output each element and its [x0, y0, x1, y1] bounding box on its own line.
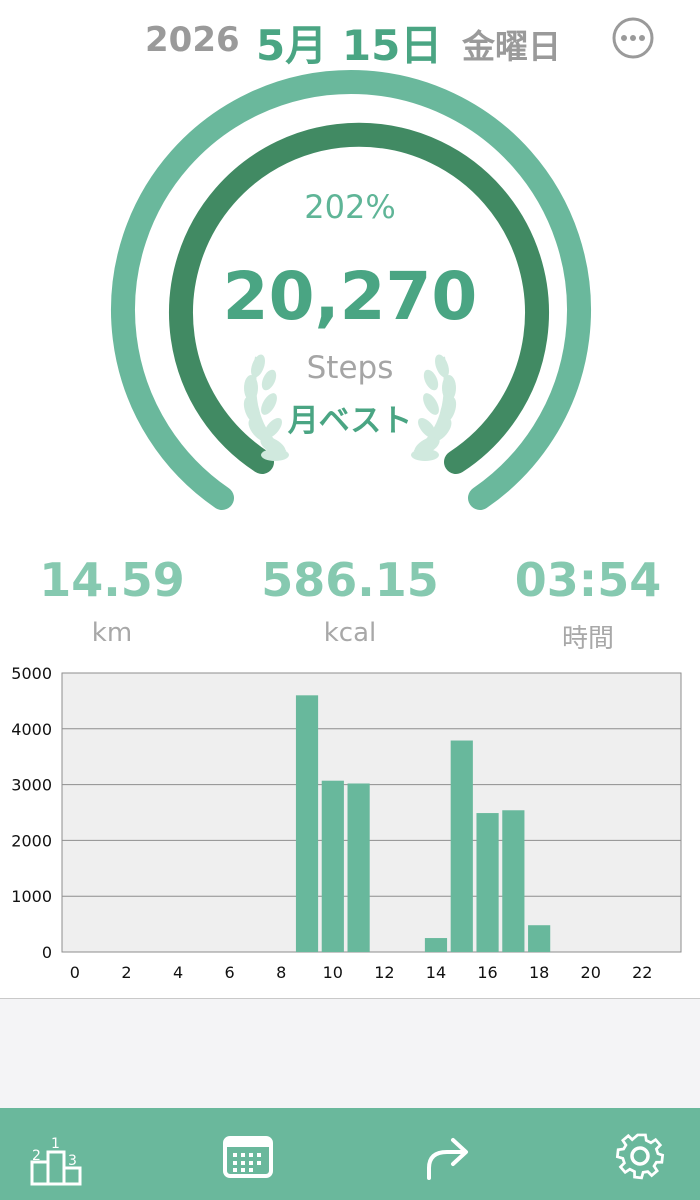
y-tick-label: 2000: [11, 831, 52, 850]
bar-hour-14: [424, 938, 448, 952]
distance-value: 14.59: [39, 553, 185, 607]
svg-text:2: 2: [32, 1148, 41, 1164]
svg-text:3: 3: [68, 1153, 77, 1169]
x-tick-label: 12: [374, 963, 394, 982]
weekday-label: 金曜日: [462, 27, 561, 66]
date-label[interactable]: 5月 15日: [256, 12, 442, 73]
steps-unit-label: Steps: [306, 350, 394, 386]
x-tick-label: 8: [276, 963, 286, 982]
ranking-podium-icon[interactable]: 1 2 3: [0, 1108, 110, 1200]
x-tick-label: 6: [225, 963, 235, 982]
active-time-value: 03:54: [514, 553, 662, 607]
y-tick-label: 4000: [11, 720, 52, 739]
x-tick-label: 10: [323, 963, 343, 982]
y-tick-label: 0: [42, 943, 52, 962]
x-tick-label: 22: [632, 963, 652, 982]
x-tick-label: 2: [121, 963, 131, 982]
bar-hour-9: [295, 695, 319, 952]
x-tick-label: 20: [581, 963, 601, 982]
calories-unit: kcal: [323, 618, 377, 648]
share-icon[interactable]: [389, 1108, 499, 1200]
calories-value: 586.15: [261, 553, 439, 607]
tab-bar: 1 2 3: [0, 1108, 700, 1200]
bar-hour-16: [476, 813, 499, 952]
y-tick-label: 3000: [11, 776, 52, 795]
year-label: 2026: [145, 20, 240, 60]
x-tick-label: 18: [529, 963, 549, 982]
calendar-icon[interactable]: [193, 1108, 303, 1200]
y-tick-label: 5000: [11, 664, 52, 683]
y-tick-label: 1000: [11, 887, 52, 906]
bar-hour-17: [502, 810, 525, 952]
date-header: 2026 5月 15日 金曜日: [0, 0, 700, 80]
active-time-unit: 時間: [561, 624, 614, 654]
x-tick-label: 0: [70, 963, 80, 982]
x-tick-label: 16: [477, 963, 497, 982]
x-tick-label: 4: [173, 963, 183, 982]
plot-area: [61, 672, 682, 953]
more-icon[interactable]: [612, 17, 654, 59]
svg-text:1: 1: [51, 1136, 60, 1152]
empty-footer-area: [0, 998, 700, 1109]
x-tick-label: 14: [426, 963, 446, 982]
goal-percent: 202%: [304, 188, 396, 226]
bar-hour-10: [321, 780, 344, 952]
bar-hour-11: [347, 783, 370, 952]
bar-hour-15: [450, 740, 473, 952]
steps-gauge: 202% 20,270 Steps 月ベスト: [0, 70, 700, 540]
steps-count: 20,270: [222, 258, 478, 335]
monthly-best-badge: 月ベスト: [287, 403, 413, 439]
distance-unit: km: [91, 618, 133, 648]
gear-icon[interactable]: [585, 1108, 695, 1200]
hourly-steps-chart: 0 1000 2000 3000 4000 5000 0 2 4 6 8 10 12 14 16 18 20 22: [0, 655, 700, 1000]
bar-hour-18: [528, 925, 551, 952]
